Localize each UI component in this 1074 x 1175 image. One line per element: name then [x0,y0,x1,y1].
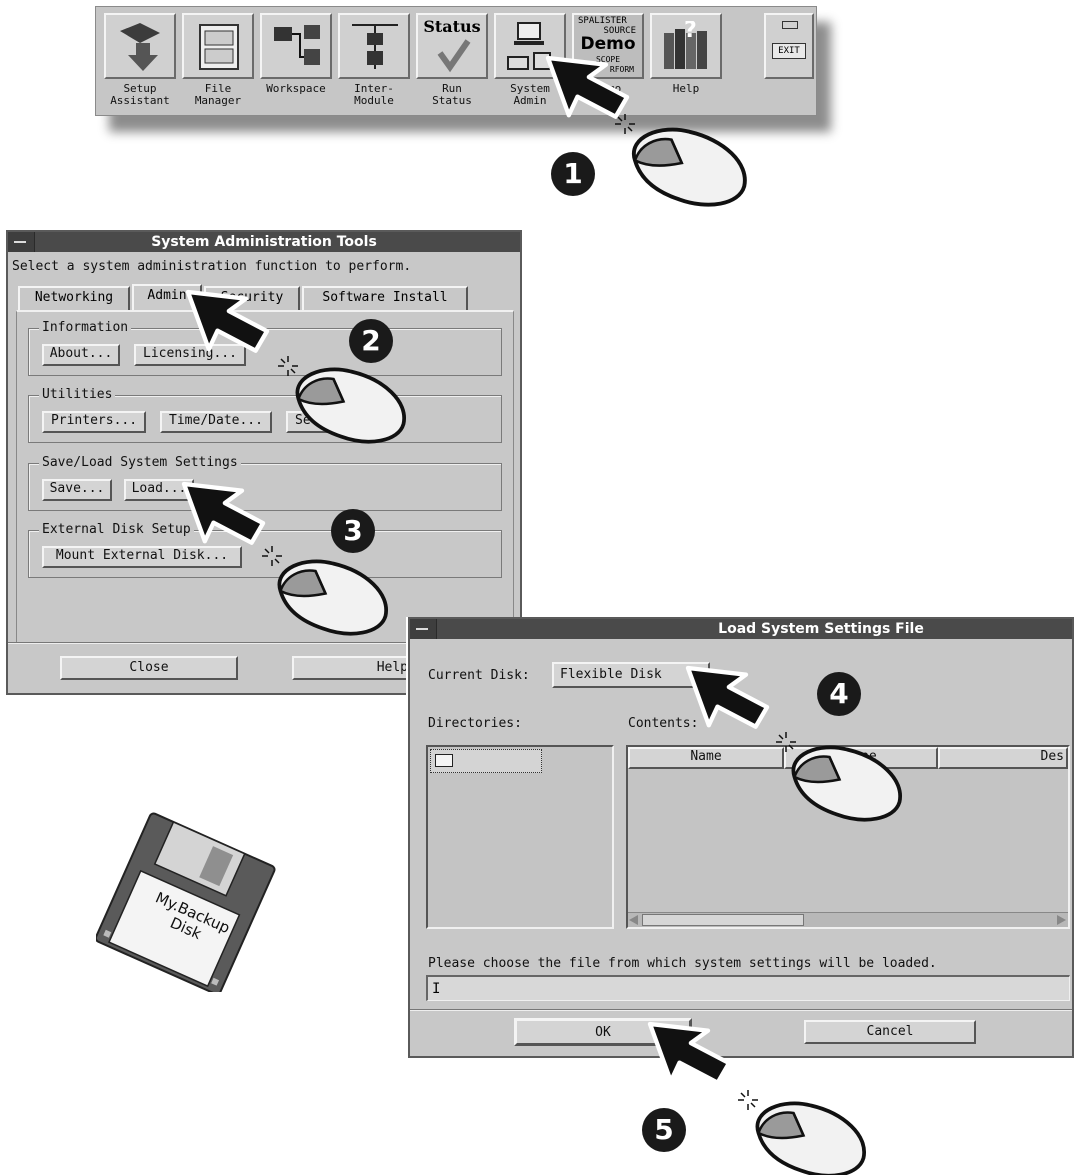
step-badge: 2 [349,319,393,363]
pointer-arrow-icon [650,1003,734,1097]
mouse-icon [277,559,389,636]
click-burst-icon [737,1089,759,1111]
step-badge: 1 [551,152,595,196]
mouse-icon [631,127,747,207]
instruction-overlay [0,0,903,1175]
click-burst-icon [775,731,797,753]
click-burst-icon [277,355,299,377]
pointer-arrow-icon [688,647,772,741]
click-burst-icon [614,113,636,135]
pointer-arrow-icon [184,463,268,557]
mouse-icon [755,1101,867,1175]
step-badge: 3 [331,509,375,553]
click-burst-icon [261,545,283,567]
pointer-arrow-icon [188,271,272,365]
step-badge: 4 [817,672,861,716]
mouse-icon [295,367,407,444]
mouse-icon [791,745,903,822]
step-badge: 5 [642,1108,686,1152]
